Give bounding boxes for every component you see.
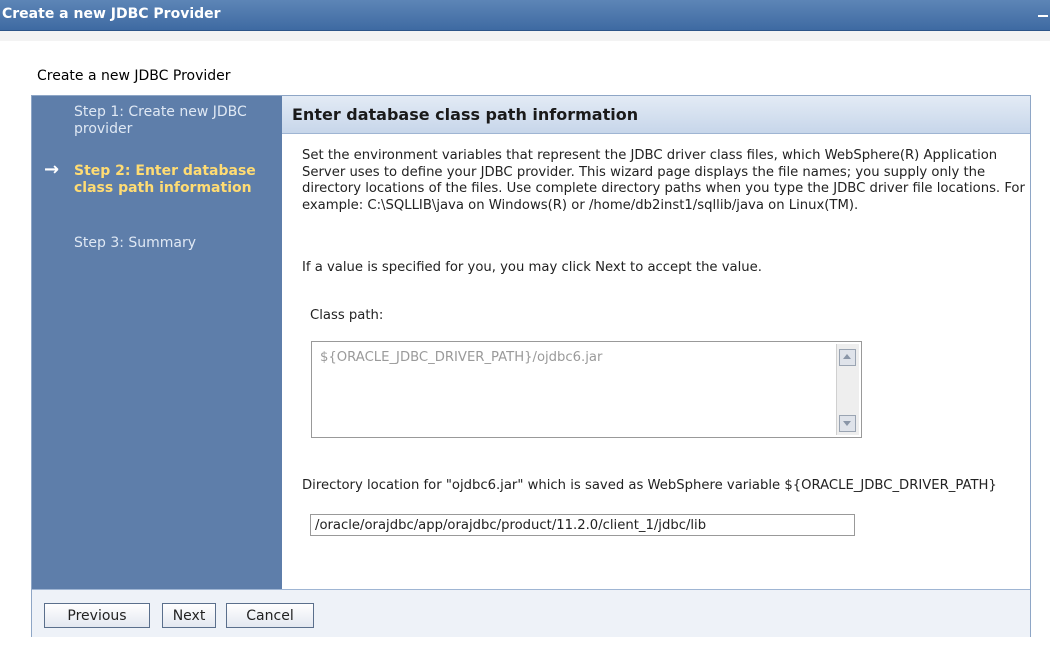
instructions-text: Set the environment variables that repre… — [302, 148, 1025, 213]
class-path-scrollbar[interactable] — [836, 344, 859, 435]
class-path-value: ${ORACLE_JDBC_DRIVER_PATH}/ojdbc6.jar — [320, 350, 603, 365]
class-path-textarea[interactable]: ${ORACLE_JDBC_DRIVER_PATH}/ojdbc6.jar — [311, 341, 862, 438]
wizard-steps-sidebar: Step 1: Create new JDBC provider → Step … — [32, 96, 282, 589]
class-path-label: Class path: — [310, 308, 384, 323]
window-title: Create a new JDBC Provider — [2, 6, 221, 22]
panel-header: Enter database class path information — [282, 96, 1030, 134]
directory-location-label: Directory location for "ojdbc6.jar" whic… — [302, 478, 997, 493]
wizard-title: Create a new JDBC Provider — [37, 68, 231, 84]
step-2-class-path: Step 2: Enter database class path inform… — [74, 163, 256, 196]
header-spacer — [0, 31, 1050, 41]
cancel-button[interactable]: Cancel — [226, 603, 314, 628]
window-title-bar: Create a new JDBC Provider — [0, 0, 1050, 31]
next-button[interactable]: Next — [162, 603, 216, 628]
step-3-summary: Step 3: Summary — [74, 235, 197, 251]
minimize-icon[interactable] — [1036, 0, 1050, 30]
panel-title: Enter database class path information — [292, 105, 639, 124]
step-1-create-provider: Step 1: Create new JDBC provider — [74, 104, 247, 137]
scroll-up-icon[interactable] — [839, 349, 856, 366]
accept-value-note: If a value is specified for you, you may… — [302, 260, 762, 275]
scroll-down-icon[interactable] — [839, 415, 856, 432]
arrow-right-icon: → — [44, 159, 60, 180]
wizard-button-bar: Previous Next Cancel — [32, 589, 1030, 637]
directory-location-input[interactable] — [310, 514, 855, 536]
wizard-container: Step 1: Create new JDBC provider → Step … — [31, 95, 1031, 637]
previous-button[interactable]: Previous — [44, 603, 150, 628]
content-panel: Enter database class path information Se… — [282, 96, 1030, 589]
